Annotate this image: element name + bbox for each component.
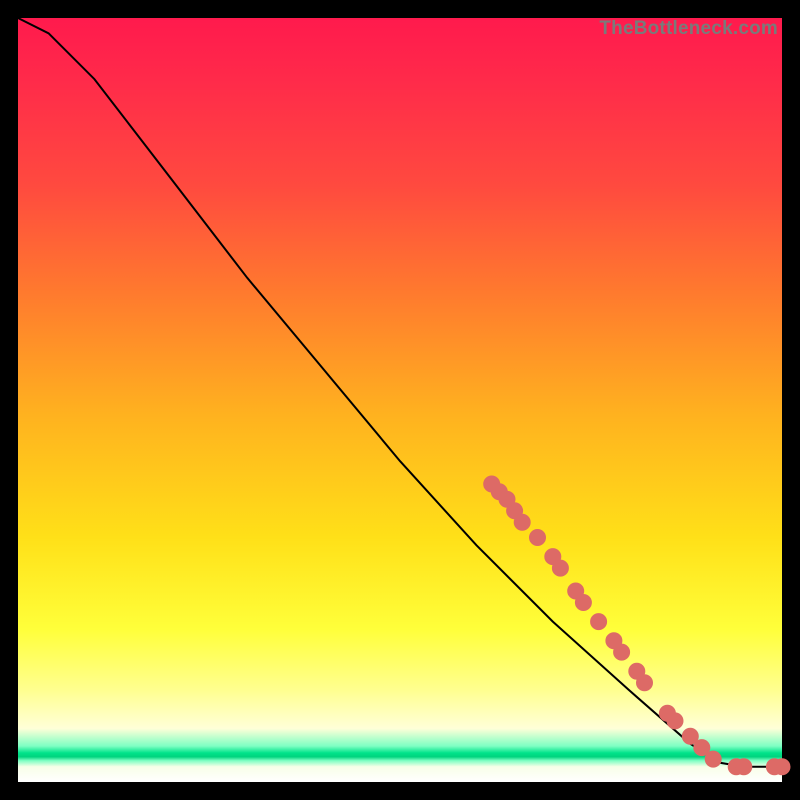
chart-plot-area: TheBottleneck.com (18, 18, 782, 782)
chart-marker (552, 560, 568, 576)
chart-marker (637, 675, 653, 691)
chart-marker (591, 614, 607, 630)
chart-overlay-svg (18, 18, 782, 782)
chart-marker (667, 713, 683, 729)
chart-marker (575, 595, 591, 611)
chart-marker (614, 644, 630, 660)
chart-marker (530, 530, 546, 546)
chart-curve (18, 18, 782, 767)
chart-marker (705, 751, 721, 767)
chart-marker (514, 514, 530, 530)
chart-marker (736, 759, 752, 775)
chart-stage: TheBottleneck.com (0, 0, 800, 800)
chart-marker (774, 759, 790, 775)
chart-marker-group (484, 476, 790, 775)
